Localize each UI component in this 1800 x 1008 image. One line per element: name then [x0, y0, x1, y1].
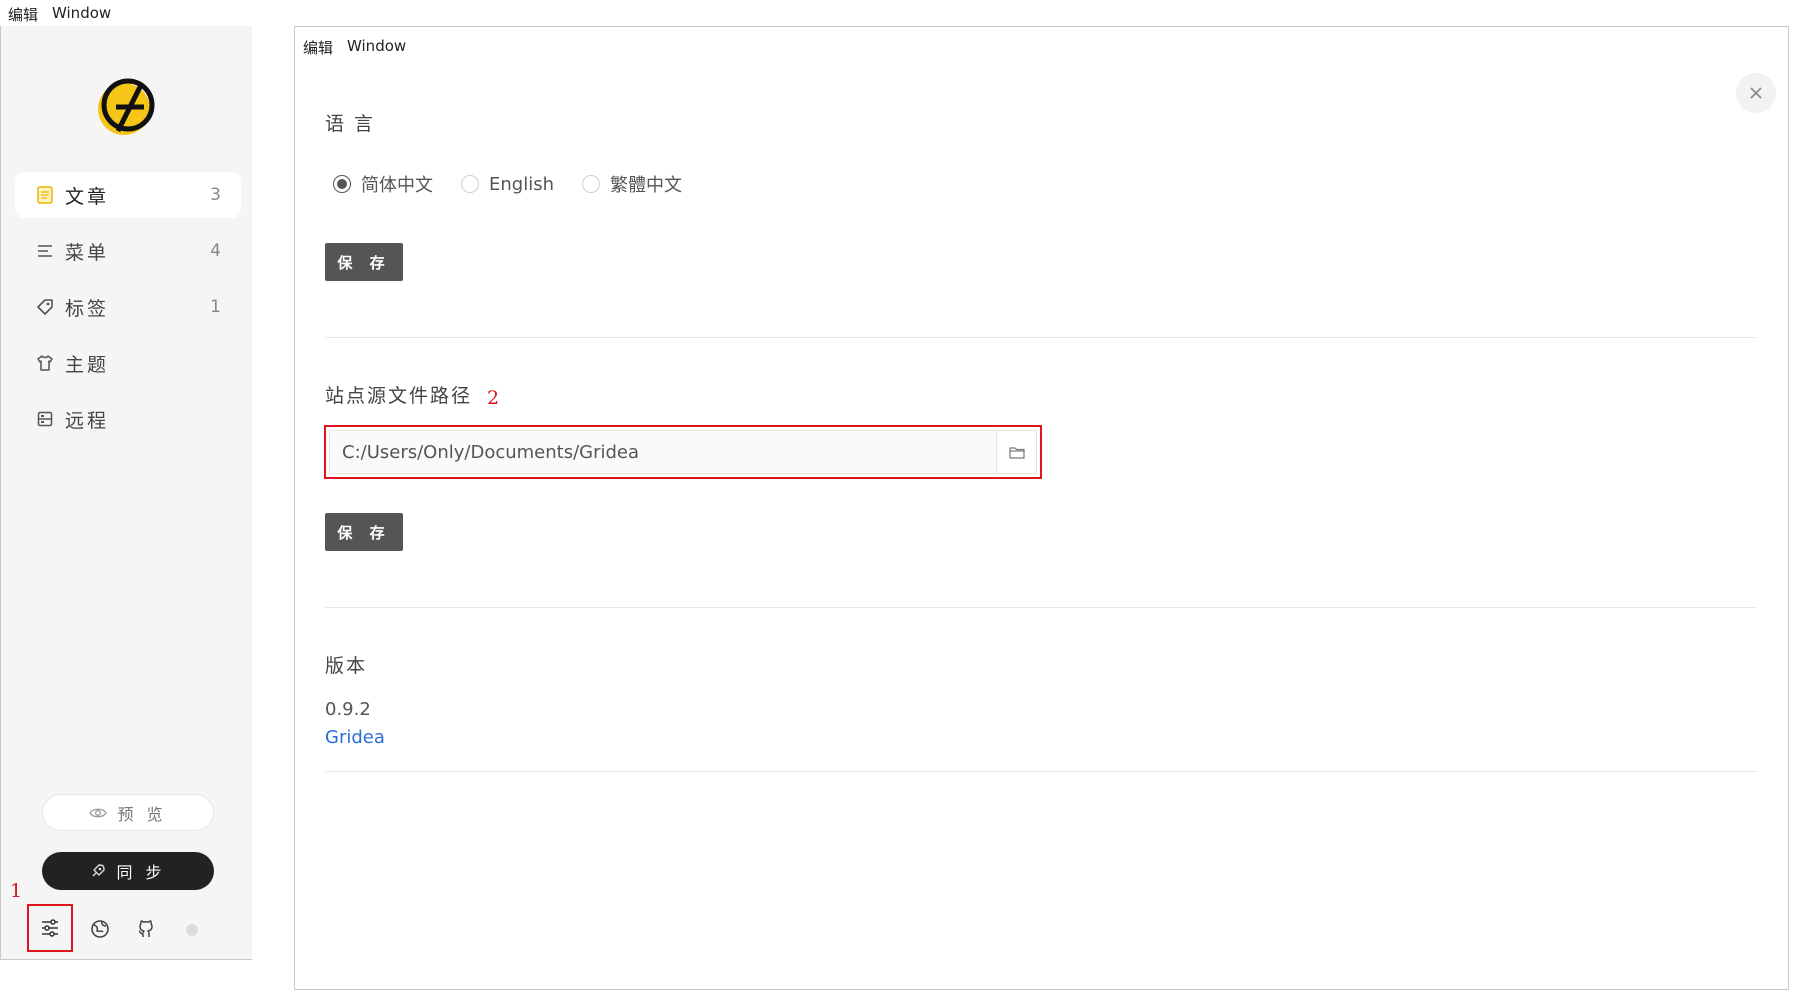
preview-label: 预 览 [117, 804, 167, 824]
gridea-link[interactable]: Gridea [325, 727, 385, 748]
menu-window[interactable]: Window [52, 4, 111, 26]
sidebar-item-label: 文章 [65, 185, 110, 208]
divider [325, 771, 1757, 772]
tag-icon [35, 297, 55, 317]
radio-label: 繁體中文 [610, 175, 682, 196]
language-radio-group: 简体中文 English 繁體中文 [333, 171, 682, 197]
globe-icon [91, 920, 109, 938]
sidebar-item-count: 3 [210, 185, 221, 205]
rocket-icon [92, 864, 106, 877]
browse-folder-button[interactable] [996, 431, 1036, 473]
version-section-title: 版本 [325, 655, 368, 677]
radio-dot [461, 175, 479, 193]
server-icon [35, 409, 55, 429]
radio-traditional-chinese[interactable]: 繁體中文 [582, 171, 682, 197]
sidebar-item-remote[interactable]: 远程 [15, 396, 241, 442]
github-icon [138, 920, 153, 937]
annotation-number-2: 2 [487, 387, 500, 409]
source-path-field[interactable]: C:/Users/Only/Documents/Gridea [329, 430, 1037, 474]
sidebar-item-label: 菜单 [65, 241, 110, 264]
window-menu-bar: 编辑 Window [303, 37, 406, 58]
radio-label: 简体中文 [361, 175, 433, 196]
close-icon [1750, 87, 1762, 99]
globe-button[interactable] [89, 918, 111, 940]
gridea-logo-icon [98, 78, 155, 135]
sidebar-nav: 文章 3 菜单 4 标签 1 主题 远程 [15, 172, 241, 452]
annotation-number-1: 1 [10, 880, 23, 902]
sidebar-item-label: 远程 [65, 409, 110, 432]
document-icon [35, 185, 55, 205]
sync-button[interactable]: 同 步 [42, 852, 214, 890]
settings-window: 编辑 Window 语 言 简体中文 English 繁體中文 保 存 站点源文… [294, 26, 1789, 990]
radio-dot [333, 175, 351, 193]
menu-edit[interactable]: 编辑 [303, 37, 333, 58]
version-number: 0.9.2 [325, 699, 371, 720]
menu-icon [35, 241, 55, 261]
settings-button[interactable] [27, 904, 73, 952]
save-path-button[interactable]: 保 存 [325, 513, 403, 551]
sidebar-item-menu[interactable]: 菜单 4 [15, 228, 241, 274]
status-dot [186, 924, 198, 936]
source-path-section-title: 站点源文件路径 [325, 385, 473, 407]
radio-english[interactable]: English [461, 171, 554, 197]
save-language-button[interactable]: 保 存 [325, 243, 403, 281]
sidebar-item-articles[interactable]: 文章 3 [15, 172, 241, 218]
sidebar: 文章 3 菜单 4 标签 1 主题 远程 预 览 同 步 [0, 26, 252, 960]
folder-icon [1008, 446, 1025, 459]
radio-label: English [489, 173, 554, 195]
language-section-title: 语 言 [325, 113, 376, 135]
sidebar-item-theme[interactable]: 主题 [15, 340, 241, 386]
sidebar-item-label: 主题 [65, 353, 110, 376]
settings-icon [42, 919, 58, 937]
menu-edit[interactable]: 编辑 [8, 4, 38, 26]
preview-button[interactable]: 预 览 [42, 794, 214, 831]
menu-window[interactable]: Window [347, 37, 406, 58]
github-button[interactable] [135, 918, 157, 940]
app-menu-bar: 编辑 Window [8, 4, 111, 26]
close-button[interactable] [1736, 73, 1776, 113]
radio-dot [582, 175, 600, 193]
eye-icon [89, 808, 108, 817]
radio-simplified-chinese[interactable]: 简体中文 [333, 171, 433, 197]
source-path-value: C:/Users/Only/Documents/Gridea [342, 441, 640, 463]
sidebar-item-label: 标签 [65, 297, 110, 320]
divider [325, 337, 1757, 338]
sidebar-item-count: 1 [210, 297, 221, 317]
sidebar-item-count: 4 [210, 241, 221, 261]
divider [325, 607, 1757, 608]
sidebar-item-tags[interactable]: 标签 1 [15, 284, 241, 330]
sync-label: 同 步 [116, 863, 166, 882]
shirt-icon [35, 353, 55, 373]
source-path-highlight: C:/Users/Only/Documents/Gridea [324, 425, 1042, 479]
